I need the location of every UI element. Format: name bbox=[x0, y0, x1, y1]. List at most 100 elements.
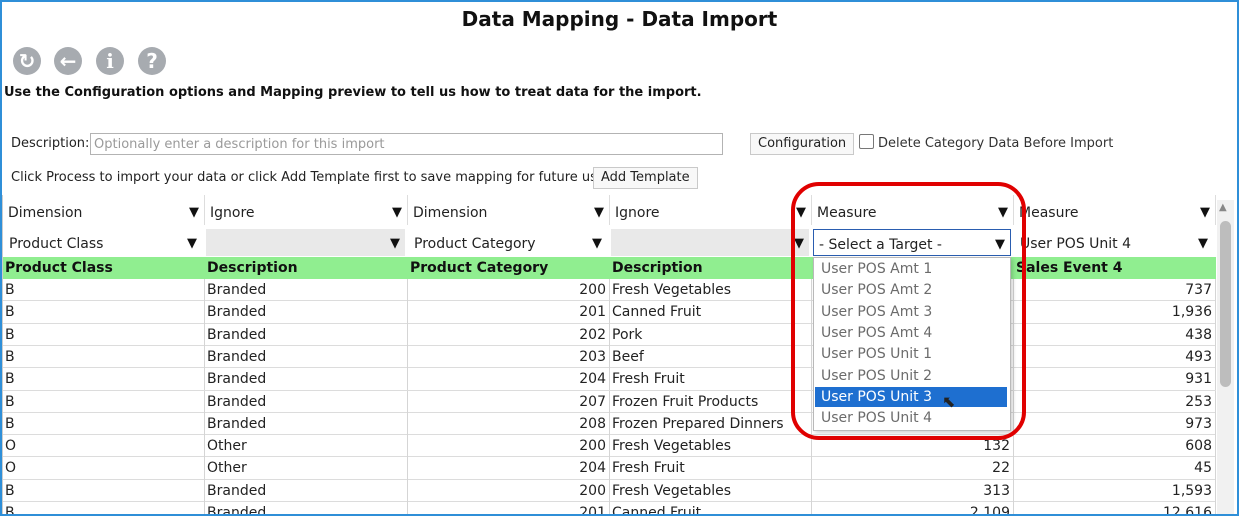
table-cell: 200 bbox=[408, 479, 610, 502]
column-type-select[interactable]: Measure ▼ bbox=[1014, 195, 1216, 225]
table-cell: 973 bbox=[1014, 412, 1216, 436]
table-cell: 22 bbox=[812, 457, 1014, 480]
description-input[interactable] bbox=[90, 133, 723, 155]
dropdown-option[interactable]: User POS Amt 2 bbox=[815, 280, 1007, 300]
table-cell: 253 bbox=[1014, 390, 1216, 413]
mapping-grid: Dimension ▼ Product Class ▼ Product Class Ign… bbox=[2, 195, 1216, 514]
dropdown-arrow-icon: ▼ bbox=[998, 205, 1008, 220]
table-cell: Branded bbox=[205, 345, 408, 369]
table-cell: Fresh Fruit bbox=[610, 368, 812, 391]
dropdown-option[interactable]: User POS Unit 1 bbox=[815, 344, 1007, 364]
table-cell: Fresh Fruit bbox=[610, 457, 812, 480]
table-cell: 608 bbox=[1014, 435, 1216, 458]
column-target-select[interactable]: User POS Unit 4 ▼ bbox=[1015, 229, 1213, 256]
help-icon[interactable]: ? bbox=[138, 47, 166, 75]
table-cell: 1,936 bbox=[1014, 301, 1216, 324]
column-header: Description bbox=[205, 257, 408, 279]
target-select-active[interactable]: - Select a Target - ▼ bbox=[813, 229, 1011, 256]
table-cell: 200 bbox=[408, 279, 610, 302]
dropdown-option[interactable]: User POS Amt 1 bbox=[815, 259, 1007, 279]
table-cell: 931 bbox=[1014, 368, 1216, 391]
table-cell: 132 bbox=[812, 435, 1014, 458]
info-icon[interactable]: i bbox=[96, 47, 124, 75]
refresh-icon[interactable]: ↻ bbox=[13, 47, 41, 75]
dropdown-option[interactable]: User POS Amt 4 bbox=[815, 323, 1007, 343]
table-cell: O bbox=[3, 435, 205, 458]
table-cell: Branded bbox=[205, 412, 408, 436]
table-cell: B bbox=[3, 502, 205, 514]
table-cell: Pork bbox=[610, 323, 812, 346]
dropdown-arrow-icon: ▼ bbox=[594, 205, 604, 220]
table-cell: B bbox=[3, 368, 205, 391]
table-cell: 204 bbox=[408, 368, 610, 391]
table-cell: Branded bbox=[205, 301, 408, 324]
column-header: Product Class bbox=[3, 257, 205, 279]
table-cell: 203 bbox=[408, 345, 610, 369]
column-target-value: Product Category bbox=[414, 236, 536, 252]
description-label: Description: bbox=[11, 136, 90, 151]
mouse-cursor-icon: ⬉ bbox=[942, 392, 956, 411]
table-cell: Fresh Vegetables bbox=[610, 279, 812, 302]
table-cell: B bbox=[3, 301, 205, 324]
dropdown-option[interactable]: User POS Unit 2 bbox=[815, 366, 1007, 386]
table-cell: Branded bbox=[205, 279, 408, 302]
table-cell: Branded bbox=[205, 502, 408, 514]
column-type-select[interactable]: Ignore ▼ bbox=[205, 195, 408, 225]
table-cell: Canned Fruit bbox=[610, 502, 812, 514]
column-type-select[interactable]: Measure ▼ bbox=[812, 195, 1014, 225]
dropdown-arrow-icon: ▼ bbox=[1198, 236, 1208, 251]
column-target-value: - Select a Target - bbox=[819, 237, 942, 253]
target-dropdown-list: User POS Amt 1 User POS Amt 2 User POS Amt… bbox=[813, 257, 1011, 431]
dropdown-option[interactable]: User POS Amt 3 bbox=[815, 302, 1007, 322]
column-type-value: Dimension bbox=[413, 205, 488, 221]
table-cell: Beef bbox=[610, 345, 812, 369]
process-instructions: Click Process to import your data or cli… bbox=[11, 170, 610, 185]
column-target-value: Product Class bbox=[9, 236, 104, 252]
table-cell: Branded bbox=[205, 390, 408, 413]
table-cell: Branded bbox=[205, 479, 408, 502]
table-cell: 12,616 bbox=[1014, 502, 1216, 514]
table-cell: 737 bbox=[1014, 279, 1216, 302]
delete-category-checkbox[interactable] bbox=[859, 134, 874, 149]
column-type-select[interactable]: Ignore ▼ bbox=[610, 195, 812, 225]
dropdown-arrow-icon: ▼ bbox=[796, 205, 806, 220]
dropdown-arrow-icon: ▼ bbox=[1200, 205, 1210, 220]
add-template-button[interactable]: Add Template bbox=[593, 167, 698, 189]
table-cell: 201 bbox=[408, 301, 610, 324]
column-target-select[interactable]: ▼ bbox=[206, 229, 405, 256]
table-cell: B bbox=[3, 412, 205, 436]
table-cell: B bbox=[3, 345, 205, 369]
dropdown-option[interactable]: User POS Unit 3 bbox=[815, 386, 1007, 407]
table-cell: 438 bbox=[1014, 323, 1216, 346]
table-cell: Other bbox=[205, 435, 408, 458]
column-header: Description bbox=[610, 257, 812, 279]
page-title: Data Mapping - Data Import bbox=[461, 7, 778, 31]
column-type-value: Measure bbox=[817, 205, 877, 221]
scroll-up-icon[interactable]: ▲ bbox=[1219, 202, 1227, 213]
column-target-select[interactable]: Product Category ▼ bbox=[409, 229, 607, 256]
table-cell: Branded bbox=[205, 368, 408, 391]
dropdown-arrow-icon: ▼ bbox=[390, 236, 400, 251]
dropdown-arrow-icon: ▼ bbox=[794, 236, 804, 251]
column-header: Sales Event 4 bbox=[1014, 257, 1216, 279]
configuration-button[interactable]: Configuration bbox=[750, 133, 855, 155]
table-cell: Other bbox=[205, 457, 408, 480]
table-cell: Frozen Fruit Products bbox=[610, 390, 812, 413]
scrollbar-thumb[interactable] bbox=[1220, 221, 1231, 387]
table-cell: 207 bbox=[408, 390, 610, 413]
table-cell: 313 bbox=[812, 479, 1014, 502]
table-cell: B bbox=[3, 479, 205, 502]
column-type-select[interactable]: Dimension ▼ bbox=[408, 195, 610, 225]
dropdown-option[interactable]: User POS Unit 4 bbox=[815, 408, 1007, 428]
back-icon[interactable]: ← bbox=[54, 47, 82, 75]
table-cell: O bbox=[3, 457, 205, 480]
column-type-select[interactable]: Dimension ▼ bbox=[3, 195, 205, 225]
table-cell: 202 bbox=[408, 323, 610, 346]
column-type-value: Ignore bbox=[210, 205, 255, 221]
table-cell: Fresh Vegetables bbox=[610, 479, 812, 502]
column-target-select[interactable]: ▼ bbox=[611, 229, 809, 256]
table-cell: Canned Fruit bbox=[610, 301, 812, 324]
table-cell: 2,109 bbox=[812, 502, 1014, 514]
dropdown-arrow-icon: ▼ bbox=[592, 236, 602, 251]
column-target-select[interactable]: Product Class ▼ bbox=[4, 229, 202, 256]
